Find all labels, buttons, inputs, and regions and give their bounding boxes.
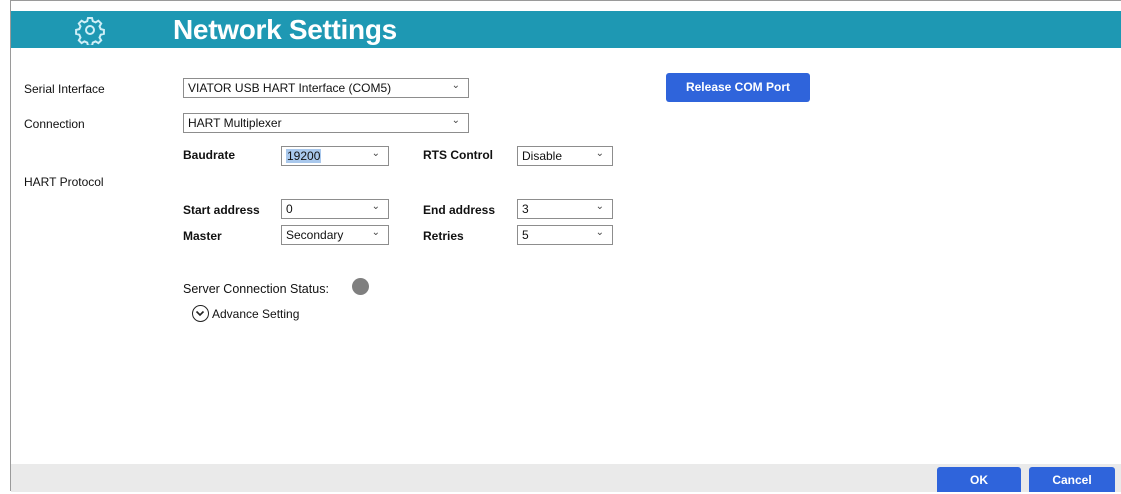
start-address-label: Start address [183,203,260,217]
chevron-down-icon: ⌄ [451,115,460,126]
end-address-label: End address [423,203,496,217]
chevron-down-icon: ⌄ [595,148,604,159]
serial-interface-label: Serial Interface [24,82,105,96]
rts-control-select[interactable]: Disable ⌄ [517,146,613,166]
retries-value: 5 [522,228,529,242]
connection-select[interactable]: HART Multiplexer ⌄ [183,113,469,133]
connection-label: Connection [24,117,85,131]
chevron-down-icon: ⌄ [371,201,380,212]
serial-interface-value: VIATOR USB HART Interface (COM5) [188,81,392,95]
status-indicator [352,278,369,295]
retries-label: Retries [423,229,464,243]
title-bar: Network Settings [11,11,1121,48]
baudrate-select[interactable]: 19200 ⌄ [281,146,389,166]
retries-select[interactable]: 5 ⌄ [517,225,613,245]
server-connection-status-label: Server Connection Status: [183,282,329,296]
chevron-down-icon: ⌄ [595,227,604,238]
chevron-down-icon: ⌄ [451,80,460,91]
baudrate-value: 19200 [286,149,322,163]
connection-value: HART Multiplexer [188,116,282,130]
rts-control-value: Disable [522,149,563,163]
cancel-button[interactable]: Cancel [1029,467,1115,492]
end-address-value: 3 [522,202,529,216]
chevron-down-icon: ⌄ [371,227,380,238]
baudrate-label: Baudrate [183,148,236,162]
chevron-down-icon: ⌄ [371,148,380,159]
release-com-port-button[interactable]: Release COM Port [666,73,810,102]
end-address-select[interactable]: 3 ⌄ [517,199,613,219]
master-value: Secondary [286,228,344,242]
master-select[interactable]: Secondary ⌄ [281,225,389,245]
expand-chevron-icon[interactable] [192,305,209,322]
master-label: Master [183,229,222,243]
rts-control-label: RTS Control [423,148,493,162]
start-address-value: 0 [286,202,293,216]
page-title: Network Settings [173,14,397,45]
ok-button[interactable]: OK [937,467,1021,492]
hart-protocol-label: HART Protocol [24,175,104,189]
network-settings-window: Network Settings Serial Interface VIATOR… [10,0,1121,492]
gear-icon [75,17,105,45]
chevron-down-icon: ⌄ [595,201,604,212]
serial-interface-select[interactable]: VIATOR USB HART Interface (COM5) ⌄ [183,78,469,98]
start-address-select[interactable]: 0 ⌄ [281,199,389,219]
advance-setting-link[interactable]: Advance Setting [212,307,299,321]
